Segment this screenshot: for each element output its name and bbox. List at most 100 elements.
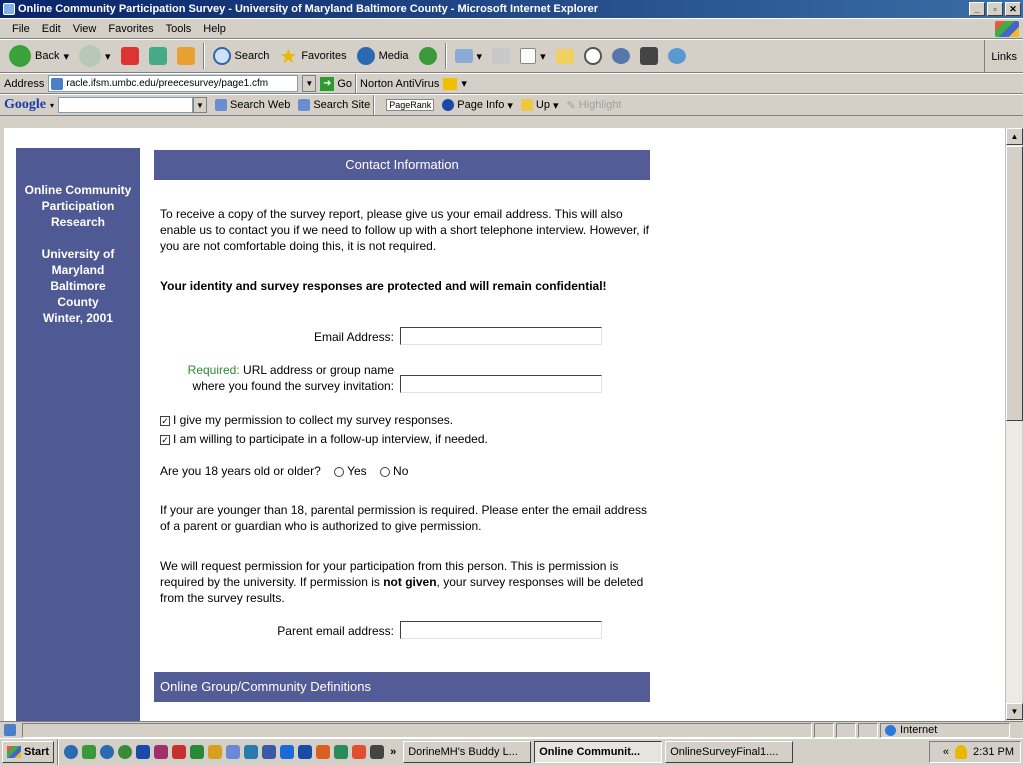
permission-interview-checkbox[interactable]: ✓ — [160, 434, 170, 445]
clock[interactable]: 2:31 PM — [973, 746, 1014, 758]
permission-collect-label: I give my permission to collect my surve… — [173, 413, 454, 427]
age-no-radio[interactable] — [380, 466, 391, 477]
quicklaunch-icon[interactable] — [280, 745, 295, 759]
quicklaunch-icon[interactable] — [226, 745, 241, 759]
excel-quicklaunch-icon[interactable] — [190, 745, 205, 759]
quicklaunch-icon[interactable] — [298, 745, 313, 759]
up-button[interactable]: Up ▾ — [520, 99, 558, 112]
binoculars-icon — [215, 99, 228, 111]
status-bar: Internet — [0, 721, 1023, 738]
quicklaunch-icon[interactable] — [82, 745, 97, 759]
norton-label[interactable]: Norton AntiVirus — [360, 78, 439, 90]
email-field[interactable] — [400, 327, 602, 345]
scroll-up-button[interactable]: ▲ — [1006, 128, 1023, 145]
home-icon — [176, 47, 195, 65]
search-site-button[interactable]: Search Site — [298, 99, 370, 111]
start-label: Start — [24, 746, 50, 758]
stop-icon — [120, 47, 139, 65]
task-online-community[interactable]: Online Communit... — [534, 741, 663, 763]
google-menu-icon[interactable]: ▾ — [50, 101, 54, 110]
home-button[interactable] — [172, 41, 200, 71]
address-dropdown-icon[interactable]: ▼ — [302, 75, 317, 92]
menu-file[interactable]: File — [6, 23, 36, 35]
refresh-button[interactable] — [144, 41, 172, 71]
permission-collect-checkbox[interactable]: ✓ — [160, 415, 170, 426]
edit-button[interactable]: ▾ — [515, 41, 551, 71]
search-button[interactable]: Search — [208, 41, 275, 71]
url-field[interactable] — [400, 375, 602, 393]
close-button[interactable]: ✕ — [1005, 2, 1021, 16]
discuss-button[interactable] — [607, 41, 635, 71]
menu-view[interactable]: View — [67, 23, 103, 35]
norton-dropdown-icon[interactable]: ▾ — [461, 77, 467, 90]
maximize-button[interactable]: ▫ — [987, 2, 1003, 16]
buddies-button[interactable] — [663, 41, 691, 71]
ie-quicklaunch-icon[interactable] — [64, 745, 79, 759]
favorites-button[interactable]: ★ Favorites — [274, 41, 351, 71]
m-button[interactable] — [635, 41, 663, 71]
quicklaunch-icon[interactable] — [118, 745, 133, 759]
request-notice: We will request permission for your part… — [160, 558, 650, 606]
menu-tools[interactable]: Tools — [160, 23, 198, 35]
highlight-button[interactable]: ✎ Highlight — [566, 99, 621, 112]
history-button[interactable] — [414, 41, 442, 71]
mail-button[interactable]: ▾ — [450, 41, 488, 71]
stop-button[interactable] — [116, 41, 144, 71]
menu-favorites[interactable]: Favorites — [102, 23, 159, 35]
quicklaunch-icon[interactable] — [316, 745, 331, 759]
quicklaunch-icon[interactable] — [262, 745, 277, 759]
page-sidebar: Online Community Participation Research … — [16, 148, 140, 721]
sidebar-line: Participation — [41, 199, 115, 213]
quicklaunch-icon[interactable] — [100, 745, 115, 759]
back-button[interactable]: Back ▾ — [4, 41, 74, 71]
tray-expand-icon[interactable]: « — [943, 746, 949, 758]
quicklaunch-icon[interactable] — [208, 745, 223, 759]
print-button[interactable] — [487, 41, 515, 71]
star-icon: ★ — [279, 45, 298, 68]
buddies-icon — [667, 48, 686, 64]
scroll-down-button[interactable]: ▼ — [1006, 703, 1023, 720]
google-search-input[interactable] — [58, 97, 194, 113]
forward-dropdown-icon[interactable]: ▾ — [105, 50, 111, 63]
quicklaunch-icon[interactable] — [334, 745, 349, 759]
standard-toolbar: Back ▾ ▾ Search ★ Favorites Media ▾ ▾ Li… — [0, 39, 1023, 73]
quicklaunch-icon[interactable] — [352, 745, 367, 759]
media-button[interactable]: Media — [352, 41, 414, 71]
task-online-survey-doc[interactable]: OnlineSurveyFinal1.... — [665, 741, 794, 763]
search-web-button[interactable]: Search Web — [215, 99, 290, 111]
norton-icon[interactable] — [443, 77, 458, 90]
highlighter-icon: ✎ — [566, 99, 576, 112]
back-dropdown-icon[interactable]: ▾ — [63, 50, 69, 63]
buddy-tray-icon[interactable] — [955, 745, 968, 759]
quicklaunch-more-icon[interactable]: » — [390, 746, 396, 758]
quicklaunch-icon[interactable] — [244, 745, 259, 759]
links-button[interactable]: Links — [984, 40, 1023, 72]
menu-bar: File Edit View Favorites Tools Help — [0, 18, 1023, 39]
menu-edit[interactable]: Edit — [36, 23, 67, 35]
favorites-label: Favorites — [301, 50, 347, 62]
minimize-button[interactable]: _ — [969, 2, 985, 16]
quicklaunch-icon[interactable] — [154, 745, 169, 759]
age-yes-radio[interactable] — [334, 466, 345, 477]
vertical-scrollbar[interactable]: ▲ ▼ — [1005, 128, 1023, 721]
forward-button[interactable]: ▾ — [74, 41, 116, 71]
start-button[interactable]: Start — [2, 741, 55, 763]
word-quicklaunch-icon[interactable] — [136, 745, 151, 759]
go-button[interactable]: ➜ Go — [320, 76, 352, 91]
scroll-thumb[interactable] — [1006, 146, 1023, 421]
pagerank-indicator[interactable]: PageRank — [386, 99, 435, 111]
google-dropdown-icon[interactable]: ▼ — [193, 97, 208, 113]
window-titlebar[interactable]: Online Community Participation Survey - … — [0, 0, 1023, 18]
messenger-button[interactable] — [579, 41, 607, 71]
page-info-button[interactable]: Page Info ▾ — [442, 99, 513, 112]
quicklaunch-icon[interactable] — [370, 745, 385, 759]
parent-email-field[interactable] — [400, 621, 602, 639]
menu-help[interactable]: Help — [197, 23, 232, 35]
address-input[interactable]: racle.ifsm.umbc.edu/preecesurvey/page1.c… — [48, 75, 299, 92]
task-buddy-list[interactable]: DorineMH's Buddy L... — [403, 741, 532, 763]
sidebar-line: University of — [41, 247, 115, 261]
folder-button[interactable] — [551, 41, 579, 71]
google-logo[interactable]: Google — [4, 97, 46, 113]
taskbar: Start » DorineMH's Buddy L... Online Com… — [0, 738, 1023, 765]
quicklaunch-icon[interactable] — [172, 745, 187, 759]
